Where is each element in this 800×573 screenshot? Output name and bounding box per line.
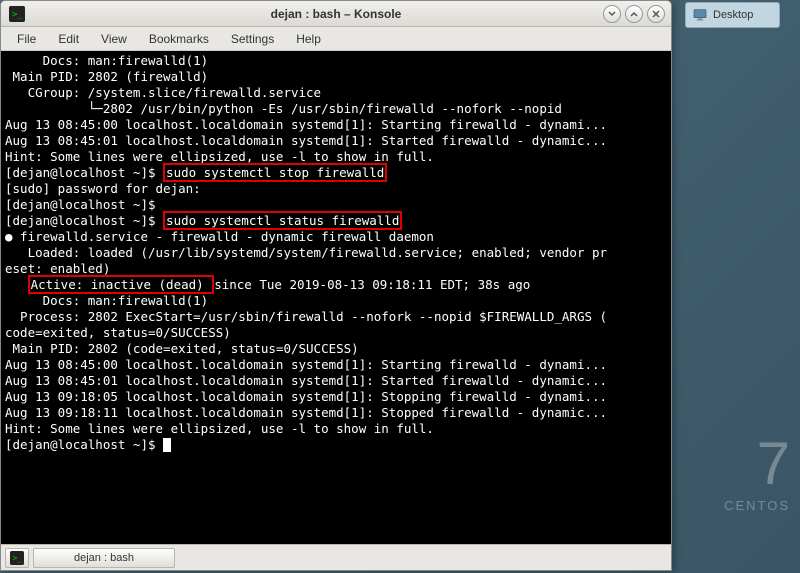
output-line: Aug 13 08:45:00 localhost.localdomain sy… bbox=[5, 357, 667, 373]
desktop-watermark: 7 CENTOS bbox=[724, 429, 790, 513]
output-line: └─2802 /usr/bin/python -Es /usr/sbin/fir… bbox=[5, 101, 667, 117]
close-button[interactable] bbox=[647, 5, 665, 23]
prompt: [dejan@localhost ~]$ bbox=[5, 213, 163, 228]
output-line: Aug 13 09:18:11 localhost.localdomain sy… bbox=[5, 405, 667, 421]
highlighted-active-status: Active: inactive (dead) bbox=[28, 275, 215, 294]
output-line: Aug 13 08:45:01 localhost.localdomain sy… bbox=[5, 133, 667, 149]
konsole-window: >_ dejan : bash – Konsole File Edit View… bbox=[0, 0, 672, 571]
menu-file[interactable]: File bbox=[7, 29, 46, 49]
highlighted-command-status: sudo systemctl status firewalld bbox=[163, 211, 402, 230]
cursor bbox=[163, 438, 171, 452]
menubar: File Edit View Bookmarks Settings Help bbox=[1, 27, 671, 51]
svg-text:>_: >_ bbox=[12, 10, 23, 20]
tab-session[interactable]: dejan : bash bbox=[33, 548, 175, 568]
monitor-icon bbox=[692, 7, 708, 23]
output-line: code=exited, status=0/SUCCESS) bbox=[5, 325, 667, 341]
output-line: Main PID: 2802 (firewalld) bbox=[5, 69, 667, 85]
output-line: Process: 2802 ExecStart=/usr/sbin/firewa… bbox=[5, 309, 667, 325]
output-line: Hint: Some lines were ellipsized, use -l… bbox=[5, 421, 667, 437]
highlighted-command-stop: sudo systemctl stop firewalld bbox=[163, 163, 387, 182]
watermark-number: 7 bbox=[724, 429, 790, 498]
prompt: [dejan@localhost ~]$ bbox=[5, 437, 163, 452]
output-line: Aug 13 08:45:01 localhost.localdomain sy… bbox=[5, 373, 667, 389]
minimize-button[interactable] bbox=[603, 5, 621, 23]
tabbar: >_ dejan : bash bbox=[1, 544, 671, 570]
output-line: Main PID: 2802 (code=exited, status=0/SU… bbox=[5, 341, 667, 357]
menu-help[interactable]: Help bbox=[286, 29, 331, 49]
new-tab-button[interactable]: >_ bbox=[5, 548, 29, 568]
output-line: [sudo] password for dejan: bbox=[5, 181, 667, 197]
output-line: CGroup: /system.slice/firewalld.service bbox=[5, 85, 667, 101]
output-line: Loaded: loaded (/usr/lib/systemd/system/… bbox=[5, 245, 667, 261]
output-line: Docs: man:firewalld(1) bbox=[5, 293, 667, 309]
terminal-icon: >_ bbox=[9, 6, 25, 22]
titlebar[interactable]: >_ dejan : bash – Konsole bbox=[1, 1, 671, 27]
output-line: Docs: man:firewalld(1) bbox=[5, 53, 667, 69]
svg-text:>_: >_ bbox=[13, 553, 23, 562]
output-line: Aug 13 08:45:00 localhost.localdomain sy… bbox=[5, 117, 667, 133]
desktop-shortcut[interactable]: Desktop bbox=[685, 2, 780, 28]
menu-settings[interactable]: Settings bbox=[221, 29, 284, 49]
output-text: since Tue 2019-08-13 09:18:11 EDT; 38s a… bbox=[214, 277, 530, 292]
desktop-shortcut-label: Desktop bbox=[713, 9, 753, 21]
watermark-text: CENTOS bbox=[724, 498, 790, 513]
menu-bookmarks[interactable]: Bookmarks bbox=[139, 29, 219, 49]
terminal-output[interactable]: Docs: man:firewalld(1) Main PID: 2802 (f… bbox=[1, 51, 671, 544]
window-title: dejan : bash – Konsole bbox=[1, 7, 671, 21]
maximize-button[interactable] bbox=[625, 5, 643, 23]
new-tab-icon: >_ bbox=[10, 551, 24, 565]
output-line: ● firewalld.service - firewalld - dynami… bbox=[5, 229, 667, 245]
menu-view[interactable]: View bbox=[91, 29, 137, 49]
menu-edit[interactable]: Edit bbox=[48, 29, 89, 49]
prompt: [dejan@localhost ~]$ bbox=[5, 165, 163, 180]
output-line: Aug 13 09:18:05 localhost.localdomain sy… bbox=[5, 389, 667, 405]
